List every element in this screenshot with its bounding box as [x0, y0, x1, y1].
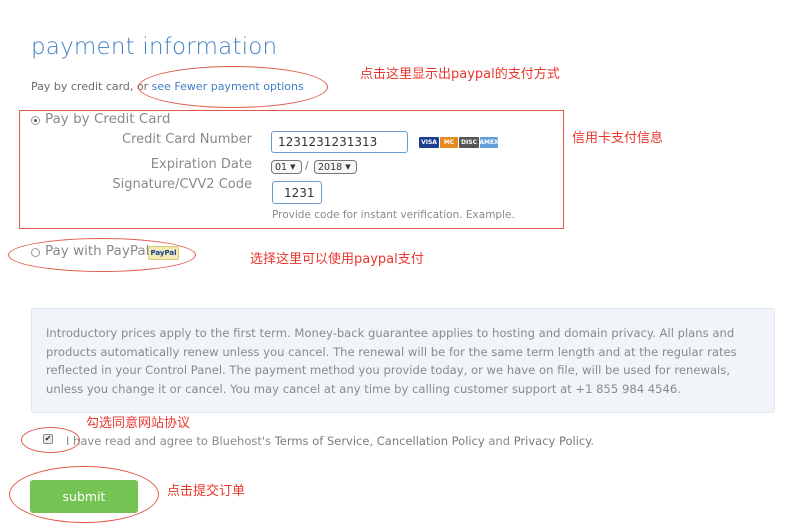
credit-card-option-label[interactable]: Pay by Credit Card — [45, 111, 170, 127]
expiration-label: Expiration Date — [150, 157, 252, 172]
chevron-down-icon: ▼ — [345, 163, 351, 171]
annotation-select-paypal: 选择这里可以使用paypal支付 — [250, 252, 424, 267]
agree-checkbox[interactable]: ✔ — [43, 434, 53, 444]
paypal-logo-icon: PayPal — [148, 246, 179, 260]
exp-month-select[interactable]: 01 ▼ — [271, 160, 302, 174]
cvv-input[interactable]: 1231 — [272, 181, 322, 204]
card-number-input[interactable]: 1231231231313 — [271, 131, 408, 153]
exp-separator: / — [305, 159, 309, 172]
chevron-down-icon: ▼ — [290, 163, 296, 171]
annotation-show-paypal: 点击这里显示出paypal的支付方式 — [360, 67, 560, 82]
annotation-agree-terms: 勾选同意网站协议 — [86, 416, 191, 431]
page-title: payment information — [31, 34, 278, 60]
submit-button[interactable]: submit — [30, 480, 138, 513]
annotation-card-info: 信用卡支付信息 — [572, 131, 664, 146]
cvv-label: Signature/CVV2 Code — [112, 177, 252, 192]
agreement-suffix: . — [590, 434, 595, 448]
subline-prefix: Pay by credit card, or — [31, 80, 152, 93]
paypal-badge-text: PayPal — [150, 249, 177, 257]
cvv-hint: Provide code for instant verification. E… — [272, 209, 515, 221]
paypal-radio[interactable] — [31, 248, 40, 257]
credit-card-radio[interactable] — [31, 116, 40, 125]
card-logos: VISA MC DISC AMEX — [419, 137, 499, 148]
privacy-policy-link[interactable]: Privacy Policy — [514, 434, 591, 448]
paypal-option-label[interactable]: Pay with PayPal — [45, 243, 149, 259]
agreement-sep2: and — [484, 434, 514, 448]
amex-icon: AMEX — [479, 137, 499, 148]
renewal-notice: Introductory prices apply to the first t… — [31, 308, 775, 413]
exp-month-value: 01 — [275, 161, 288, 173]
terms-of-service-link[interactable]: Terms of Service — [275, 434, 370, 448]
card-number-label: Credit Card Number — [122, 132, 252, 147]
exp-year-select[interactable]: 2018 ▼ — [314, 160, 357, 174]
agreement-prefix: I have read and agree to Bluehost's — [66, 434, 275, 448]
checkmark-icon: ✔ — [44, 434, 52, 443]
discover-icon: DISC — [459, 137, 479, 148]
mastercard-icon: MC — [440, 137, 458, 148]
agreement-sep1: , — [369, 434, 377, 448]
visa-icon: VISA — [419, 137, 439, 148]
agreement-text: I have read and agree to Bluehost's Term… — [66, 434, 594, 448]
annotation-submit: 点击提交订单 — [167, 484, 246, 499]
cancellation-policy-link[interactable]: Cancellation Policy — [377, 434, 485, 448]
exp-year-value: 2018 — [318, 161, 343, 173]
annotation-ellipse-options — [138, 66, 328, 108]
